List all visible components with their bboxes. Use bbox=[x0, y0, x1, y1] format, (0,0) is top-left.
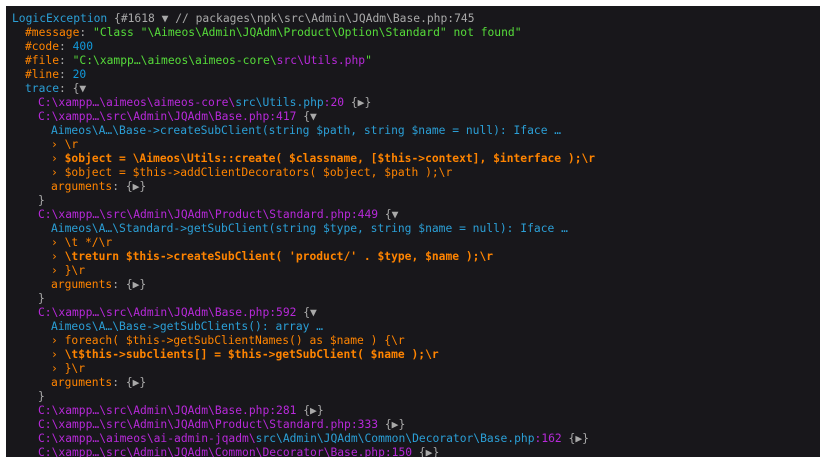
dump-line: } bbox=[12, 194, 820, 208]
dump-line[interactable]: LogicException {#1618 ▼ // packages\npk\… bbox=[12, 12, 820, 26]
dump-token: › \t */\r bbox=[51, 236, 113, 249]
dump-line: › $object = \Aimeos\Utils::create( $clas… bbox=[12, 152, 820, 166]
dump-token: C:\xampp…\src\Admin\JQAdm\Base.php:281 bbox=[38, 404, 297, 417]
dump-token: trace bbox=[25, 82, 60, 95]
dump-token: : bbox=[59, 40, 73, 53]
dump-token[interactable]: : {▶} bbox=[112, 180, 146, 193]
dump-token: arguments bbox=[51, 180, 113, 193]
dump-line: #message: "Class "\Aimeos\Admin\JQAdm\Pr… bbox=[12, 26, 820, 40]
dump-token[interactable]: {▶} bbox=[412, 446, 439, 457]
dump-token: :20 bbox=[323, 96, 345, 109]
dump-token[interactable]: {▼ bbox=[296, 306, 317, 319]
dump-token: arguments bbox=[51, 278, 113, 291]
dump-line[interactable]: C:\xampp…\src\Admin\JQAdm\Base.php:417 {… bbox=[12, 110, 820, 124]
dump-token: :162 bbox=[534, 432, 562, 445]
dump-token: : bbox=[59, 54, 73, 67]
dump-line[interactable]: C:\xampp…\src\Admin\JQAdm\Product\Standa… bbox=[12, 418, 820, 432]
dump-line: } bbox=[12, 292, 820, 306]
dump-line[interactable]: C:\xampp…\aimeos\aimeos-core\src\Utils.p… bbox=[12, 96, 820, 110]
dump-token: #line bbox=[25, 68, 60, 81]
dump-line[interactable]: C:\xampp…\src\Admin\JQAdm\Product\Standa… bbox=[12, 208, 820, 222]
dump-token: \treturn $this->createSubClient( 'produc… bbox=[64, 250, 494, 263]
dump-line: #line: 20 bbox=[12, 68, 820, 82]
dump-token: } bbox=[38, 292, 45, 305]
dump-token[interactable]: {#1618 ▼ // packages\npk\src\Admin\JQAdm… bbox=[107, 12, 474, 25]
dump-token: › \r bbox=[51, 138, 79, 151]
dump-token: C:\xampp…\src\Admin\JQAdm\Base.php:417 bbox=[38, 110, 297, 123]
dump-token[interactable]: {▶} bbox=[378, 418, 405, 431]
dump-line: › \treturn $this->createSubClient( 'prod… bbox=[12, 250, 820, 264]
dump-line: › }\r bbox=[12, 264, 820, 278]
dump-token: " bbox=[365, 54, 372, 67]
dump-token: › bbox=[51, 250, 65, 263]
dump-token[interactable]: {▼ bbox=[378, 208, 399, 221]
dump-line[interactable]: C:\xampp…\src\Admin\JQAdm\Base.php:592 {… bbox=[12, 306, 820, 320]
dump-token: C:\xampp…\src\Admin\JQAdm\Common\Decorat… bbox=[38, 446, 413, 457]
dump-token: #code bbox=[25, 40, 60, 53]
dump-token: src\Utils.php bbox=[276, 54, 366, 67]
dump-token: › $object = $this->addClientDecorators( … bbox=[51, 166, 453, 179]
dump-token[interactable]: {▶} bbox=[344, 96, 371, 109]
dump-line: } bbox=[12, 390, 820, 404]
dump-line: › \t$this->subclients[] = $this->getSubC… bbox=[12, 348, 820, 362]
dump-panel: LogicException {#1618 ▼ // packages\npk\… bbox=[6, 6, 820, 457]
dump-line[interactable]: C:\xampp…\aimeos\ai-admin-jqadm\src\Admi… bbox=[12, 432, 820, 446]
dump-token[interactable]: {▶} bbox=[296, 404, 323, 417]
dump-token: arguments bbox=[51, 376, 113, 389]
dump-token: src\Admin\JQAdm\Common\Decorator\Base.ph… bbox=[255, 432, 535, 445]
dump-token: C:\xampp…\src\Admin\JQAdm\Product\Standa… bbox=[38, 418, 379, 431]
dump-token: $object = \Aimeos\Utils::create( $classn… bbox=[64, 152, 596, 165]
dump-line: Aimeos\A…\Standard->getSubClient(string … bbox=[12, 222, 820, 236]
dump-line: › foreach( $this->getSubClientNames() as… bbox=[12, 334, 820, 348]
dump-line: #code: 400 bbox=[12, 40, 820, 54]
dump-token[interactable]: : {▶} bbox=[112, 376, 146, 389]
dump-token: C:\xampp…\src\Admin\JQAdm\Product\Standa… bbox=[38, 208, 379, 221]
dump-line[interactable]: C:\xampp…\src\Admin\JQAdm\Base.php:281 {… bbox=[12, 404, 820, 418]
dump-token: 400 bbox=[72, 40, 94, 53]
dump-line: › }\r bbox=[12, 362, 820, 376]
dump-token: #message bbox=[25, 26, 80, 39]
dump-line[interactable]: arguments: {▶} bbox=[12, 278, 820, 292]
dump-token: : bbox=[79, 26, 94, 39]
dump-token: } bbox=[38, 194, 45, 207]
dump-token: › }\r bbox=[51, 264, 86, 277]
dump-token: C:\xampp…\aimeos\ai-admin-jqadm\ bbox=[38, 432, 256, 445]
dump-token: C:\xampp…\aimeos\aimeos-core\ bbox=[38, 96, 236, 109]
dump-token: › bbox=[51, 152, 65, 165]
dump-token: Aimeos\A…\Base->getSubClients(): array … bbox=[51, 320, 324, 333]
dump-token: src\Utils.php bbox=[235, 96, 324, 109]
dump-token[interactable]: : {▶} bbox=[112, 278, 146, 291]
dump-line: Aimeos\A…\Base->createSubClient(string $… bbox=[12, 124, 820, 138]
dump-token: "Class "\Aimeos\Admin\JQAdm\Product\Opti… bbox=[93, 26, 522, 39]
dump-token[interactable]: {▶} bbox=[562, 432, 589, 445]
dump-line: #file: "C:\xampp…\aimeos\aimeos-core\src… bbox=[12, 54, 820, 68]
dump-token: "C:\xampp…\aimeos\aimeos-core\ bbox=[72, 54, 277, 67]
dump-line: › $object = $this->addClientDecorators( … bbox=[12, 166, 820, 180]
dump-line: Aimeos\A…\Base->getSubClients(): array … bbox=[12, 320, 820, 334]
dump-line[interactable]: C:\xampp…\src\Admin\JQAdm\Common\Decorat… bbox=[12, 446, 820, 457]
dump-line[interactable]: arguments: {▶} bbox=[12, 180, 820, 194]
dump-token: › bbox=[51, 348, 65, 361]
dump-token: › foreach( $this->getSubClientNames() as… bbox=[51, 334, 405, 347]
dump-line[interactable]: trace: {▼ bbox=[12, 82, 820, 96]
dump-token: Aimeos\A…\Base->createSubClient(string $… bbox=[51, 124, 562, 137]
dump-token: \t$this->subclients[] = $this->getSubCli… bbox=[64, 348, 439, 361]
dump-token: Aimeos\A…\Standard->getSubClient(string … bbox=[51, 222, 568, 235]
dump-token: } bbox=[38, 390, 45, 403]
dump-line[interactable]: arguments: {▶} bbox=[12, 376, 820, 390]
dump-token: LogicException bbox=[12, 12, 108, 25]
dump-token[interactable]: {▼ bbox=[296, 110, 317, 123]
dump-token[interactable]: : {▼ bbox=[59, 82, 86, 95]
dump-token: 20 bbox=[72, 68, 87, 81]
dump-token: › }\r bbox=[51, 362, 86, 375]
dump-token: : bbox=[59, 68, 73, 81]
dump-token: #file bbox=[25, 54, 60, 67]
dump-token: C:\xampp…\src\Admin\JQAdm\Base.php:592 bbox=[38, 306, 297, 319]
dump-line: › \t */\r bbox=[12, 236, 820, 250]
dump-line: › \r bbox=[12, 138, 820, 152]
